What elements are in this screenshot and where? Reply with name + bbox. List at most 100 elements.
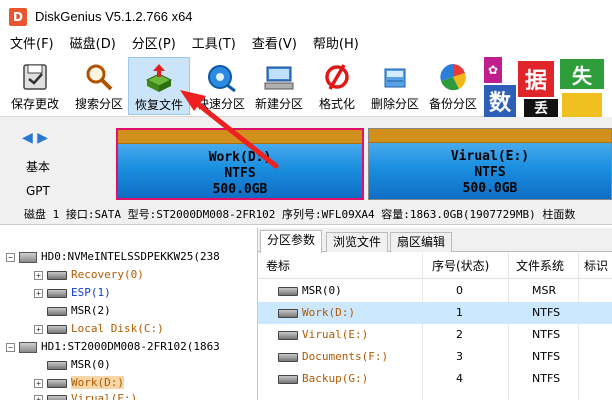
menu-bar: 文件(F) 磁盘(D) 分区(P) 工具(T) 查看(V) 帮助(H) <box>0 33 612 57</box>
expand-icon[interactable]: + <box>34 270 43 280</box>
promo-deco-block <box>562 93 602 117</box>
tab-partition-params[interactable]: 分区参数 <box>260 230 323 253</box>
data-loss-promo-banner[interactable]: ✿ 数 据 丢 失 <box>484 57 612 117</box>
new-partition-label: 新建分区 <box>254 97 303 111</box>
search-partition-button[interactable]: 搜索分区 <box>68 57 130 115</box>
row-label: Documents(F:) <box>302 350 389 363</box>
partition-icon <box>47 360 67 370</box>
partition-block-fs: NTFS <box>474 165 506 180</box>
partition-icon <box>278 287 298 296</box>
table-row[interactable]: MSR(0) 0 MSR <box>258 280 612 302</box>
row-index: 2 <box>456 328 463 341</box>
partition-icon <box>278 331 298 340</box>
column-header-fs[interactable]: 文件系统 <box>516 253 564 279</box>
row-label: Virual(E:) <box>302 328 369 341</box>
tab-browse-files[interactable]: 浏览文件 <box>326 232 389 252</box>
row-index: 1 <box>456 306 463 319</box>
new-partition-icon <box>264 66 294 90</box>
save-changes-label: 保存更改 <box>10 97 59 111</box>
menu-help[interactable]: 帮助(H) <box>305 34 367 56</box>
partition-detail-panel: 分区参数 浏览文件 扇区编辑 卷标 序号(状态) 文件系统 标识 MSR(0) … <box>258 228 612 400</box>
format-button[interactable]: 格式化 <box>306 57 368 115</box>
partition-icon <box>47 270 67 280</box>
quick-partition-button[interactable]: 快速分区 <box>190 57 252 115</box>
row-index: 4 <box>456 372 463 385</box>
recover-files-label: 恢复文件 <box>134 98 183 112</box>
disk-type-label: 基本 <box>26 160 51 174</box>
table-row[interactable]: Backup(G:) 4 NTFS <box>258 368 612 390</box>
table-header: 卷标 序号(状态) 文件系统 标识 <box>258 253 612 279</box>
expand-icon[interactable]: + <box>34 394 43 400</box>
table-row[interactable]: Virual(E:) 2 NTFS <box>258 324 612 346</box>
app-logo-icon: D <box>9 7 27 26</box>
disk-tree: − HD0:NVMeINTELSSDPEKKW25(238 + Recovery(0… <box>0 228 258 400</box>
expand-icon[interactable]: + <box>34 324 43 334</box>
column-header-label[interactable]: 卷标 <box>266 253 290 279</box>
menu-partition[interactable]: 分区(P) <box>124 34 184 56</box>
row-fs: NTFS <box>532 328 561 341</box>
menu-view[interactable]: 查看(V) <box>244 34 305 56</box>
delete-partition-icon <box>384 68 406 88</box>
save-icon <box>23 64 47 90</box>
hard-disk-icon <box>19 251 37 263</box>
format-label: 格式化 <box>318 97 355 111</box>
partition-block-size: 500.0GB <box>212 182 268 197</box>
row-fs: MSR <box>532 284 557 297</box>
partition-icon <box>47 394 67 400</box>
row-index: 0 <box>456 284 463 297</box>
partition-block-virual[interactable]: Virual(E:) NTFS 500.0GB <box>368 128 612 200</box>
partition-icon <box>278 353 298 362</box>
partition-icon <box>47 324 67 334</box>
delete-partition-label: 删除分区 <box>370 97 419 111</box>
partition-block-fs: NTFS <box>224 166 256 181</box>
partition-icon <box>278 309 298 318</box>
column-header-index[interactable]: 序号(状态) <box>432 253 489 279</box>
backup-partition-label: 备份分区 <box>428 97 477 111</box>
partition-block-name: Work(D:) <box>208 150 272 165</box>
menu-file[interactable]: 文件(F) <box>2 34 62 56</box>
row-index: 3 <box>456 350 463 363</box>
tab-sector-edit[interactable]: 扇区编辑 <box>390 232 453 252</box>
new-partition-button[interactable]: 新建分区 <box>248 57 310 115</box>
row-label: Work(D:) <box>302 306 355 319</box>
row-fs: NTFS <box>532 306 561 319</box>
title-bar: D DiskGenius V5.1.2.766 x64 <box>0 0 612 33</box>
row-label: MSR(0) <box>302 284 342 297</box>
disk-info-text: 磁盘 1 接口:SATA 型号:ST2000DM008-2FR102 序列号:W… <box>24 208 576 221</box>
partition-block-size: 500.0GB <box>462 181 518 196</box>
search-partition-label: 搜索分区 <box>74 97 123 111</box>
recover-files-button[interactable]: 恢复文件 <box>128 57 190 115</box>
column-header-id[interactable]: 标识 <box>584 253 608 279</box>
recover-icon <box>145 64 173 92</box>
promo-char-3: 丢 <box>524 99 558 117</box>
tab-bar: 分区参数 浏览文件 扇区编辑 <box>258 228 612 253</box>
table-row-selected[interactable]: Work(D:) 1 NTFS <box>258 302 612 324</box>
promo-char-1: 数 <box>484 85 516 117</box>
row-label: Backup(G:) <box>302 372 369 385</box>
partition-style-label: GPT <box>26 184 50 198</box>
partition-icon <box>47 378 67 388</box>
row-fs: NTFS <box>532 372 561 385</box>
backup-partition-icon <box>440 64 466 91</box>
disk-nav-arrows[interactable]: ◀ ▶ <box>22 130 48 146</box>
backup-partition-button[interactable]: 备份分区 <box>422 57 484 115</box>
row-fs: NTFS <box>532 350 561 363</box>
delete-partition-button[interactable]: 删除分区 <box>364 57 426 115</box>
save-changes-button[interactable]: 保存更改 <box>4 57 66 115</box>
menu-tools[interactable]: 工具(T) <box>184 34 244 56</box>
format-icon <box>325 64 349 90</box>
promo-char-4: 失 <box>560 59 604 89</box>
expand-icon[interactable]: + <box>34 378 43 388</box>
collapse-icon[interactable]: − <box>6 252 15 262</box>
menu-disk[interactable]: 磁盘(D) <box>62 34 124 56</box>
search-icon <box>86 64 113 91</box>
hard-disk-icon <box>19 341 37 353</box>
promo-char-2: 据 <box>518 61 554 97</box>
quick-partition-label: 快速分区 <box>196 97 245 111</box>
collapse-icon[interactable]: − <box>6 342 15 352</box>
table-row[interactable]: Documents(F:) 3 NTFS <box>258 346 612 368</box>
partition-block-work[interactable]: Work(D:) NTFS 500.0GB <box>116 128 364 200</box>
expand-icon[interactable]: + <box>34 288 43 298</box>
disk-info-bar: 磁盘 1 接口:SATA 型号:ST2000DM008-2FR102 序列号:W… <box>0 205 612 225</box>
tree-item-virual-e[interactable]: + Virual(E:) <box>34 388 137 400</box>
